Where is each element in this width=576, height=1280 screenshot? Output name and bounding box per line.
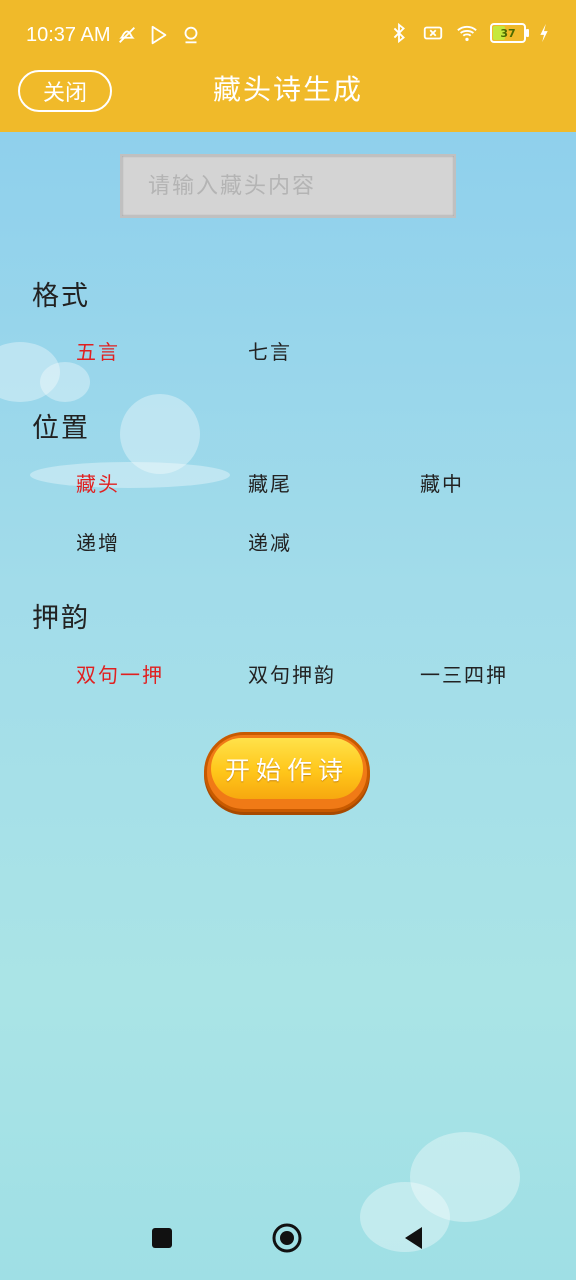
home-circle-icon[interactable] [272,1223,302,1253]
format-option-5[interactable]: 五言 [76,336,120,365]
battery-icon: 37 [490,23,529,43]
status-bar: 10:37 AM 37 [0,0,576,70]
location-icon [184,26,198,44]
charging-icon [540,23,548,43]
mute-icon [119,27,135,43]
position-option-decreasing[interactable]: 递减 [248,527,292,556]
close-button[interactable]: 关闭 [18,70,112,112]
wifi-icon [457,25,477,42]
acrostic-input-box[interactable] [120,154,480,218]
cloud-decoration [40,362,90,402]
bluetooth-icon [393,22,405,44]
position-option-middle[interactable]: 藏中 [420,468,464,497]
format-label: 格式 [32,281,90,312]
system-nav-bar [0,1208,576,1280]
format-option-7[interactable]: 七言 [248,336,292,365]
back-triangle-icon[interactable] [402,1226,426,1250]
rhyme-label: 押韵 [32,603,90,634]
cloud-decoration [30,462,230,488]
app-bar: 藏头诗生成 关闭 [0,70,576,132]
start-poem-button[interactable]: 开始作诗 [204,732,370,812]
acrostic-input[interactable] [122,156,480,216]
main-content: 格式 五言 七言 位置 藏头 藏尾 藏中 递增 递减 押韵 双句一押 双句押韵 … [0,132,576,1280]
rhyme-option-1[interactable]: 双句一押 [76,659,164,688]
position-label: 位置 [32,413,90,444]
start-poem-button-label: 开始作诗 [211,738,363,799]
position-option-head[interactable]: 藏头 [76,468,120,497]
rhyme-option-2[interactable]: 双句押韵 [248,659,336,688]
battery-level: 37 [500,26,516,40]
sim-off-icon [423,26,443,40]
position-option-tail[interactable]: 藏尾 [248,468,292,497]
recents-square-icon[interactable] [150,1226,174,1250]
play-store-icon [151,25,167,45]
rhyme-option-3[interactable]: 一三四押 [420,659,508,688]
status-time: 10:37 AM [26,24,111,46]
position-option-increasing[interactable]: 递增 [76,527,120,556]
